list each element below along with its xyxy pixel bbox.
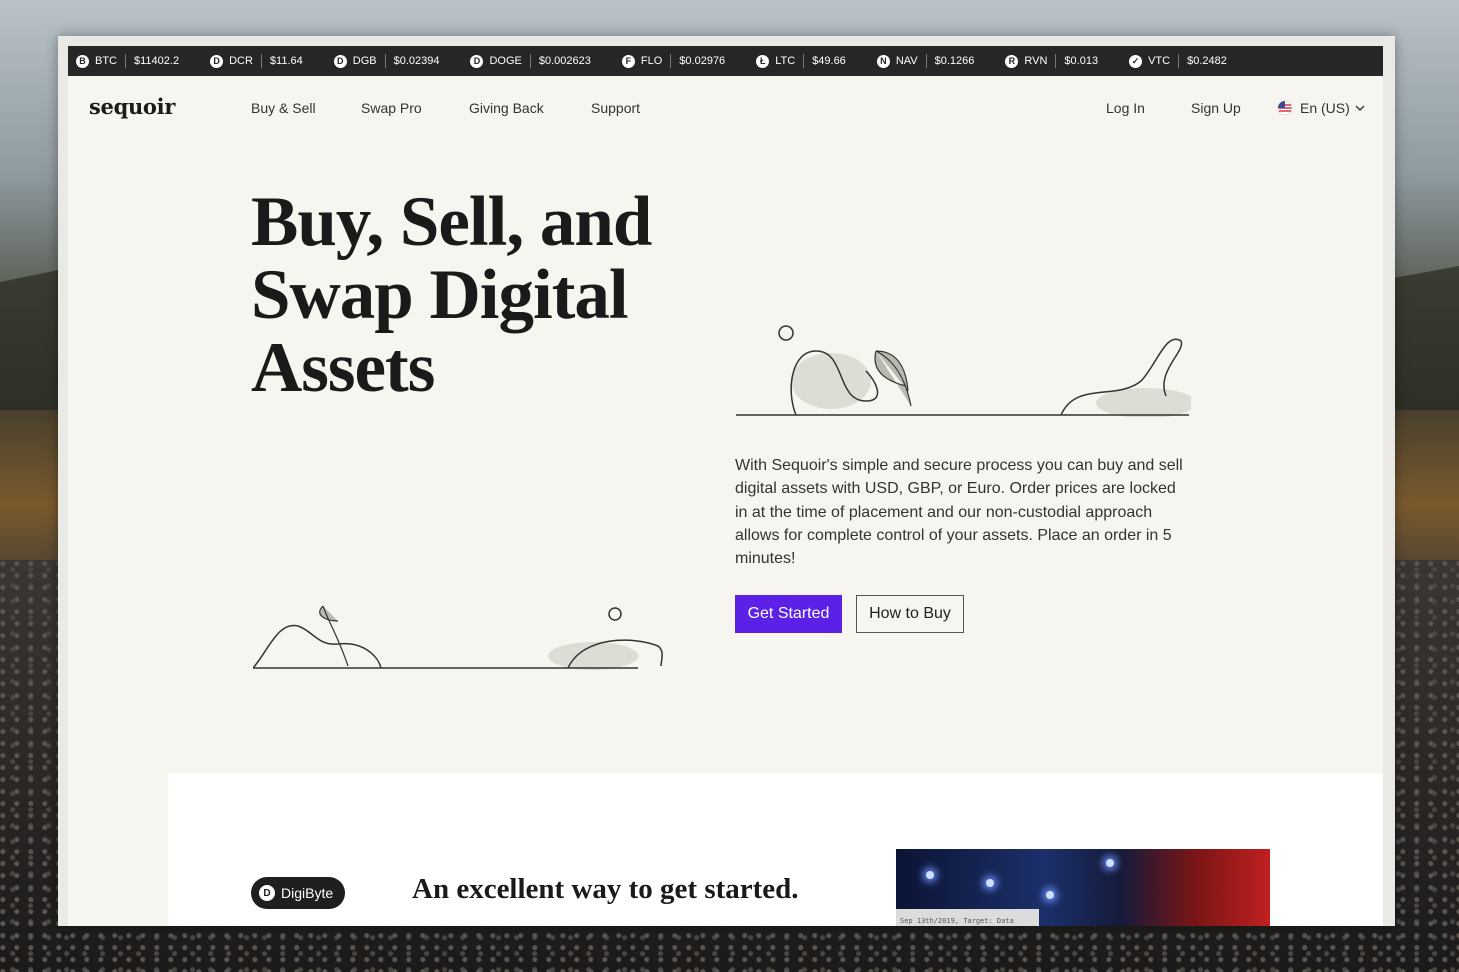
ticker-divider <box>125 54 126 68</box>
dcr-coin-icon: D <box>210 54 224 68</box>
flo-coin-icon: F <box>621 54 635 68</box>
digibyte-badge[interactable]: D DigiByte <box>251 877 346 909</box>
badge-label: DigiByte <box>281 885 334 901</box>
ticker-symbol: BTC <box>95 55 117 67</box>
ticker-symbol: DGB <box>352 55 377 67</box>
nav-coin-icon: N <box>876 54 890 68</box>
ltc-coin-icon: Ł <box>756 54 770 68</box>
section-title: An excellent way to get started. <box>412 873 799 905</box>
ticker-item-dcr[interactable]: D DCR $11.64 <box>210 54 303 68</box>
ticker-price: $0.1266 <box>934 55 975 67</box>
ticker-symbol: NAV <box>895 55 918 67</box>
dgb-coin-icon: D <box>333 54 347 68</box>
ticker-divider <box>925 54 927 68</box>
plants-illustration-left <box>253 605 663 670</box>
ticker-price: $0.02976 <box>679 55 726 67</box>
ticker-divider <box>1178 54 1180 68</box>
digibyte-logo-icon: D <box>259 885 275 901</box>
nav-link-support[interactable]: Support <box>591 100 640 116</box>
stage-light <box>1046 891 1054 899</box>
feature-section: D DigiByte An excellent way to get start… <box>168 773 1383 926</box>
ticker-divider <box>384 54 386 68</box>
ticker-item-ltc[interactable]: Ł LTC $49.66 <box>756 54 846 68</box>
ticker-item-dgb[interactable]: D DGB $0.02394 <box>333 54 440 68</box>
stage-light <box>926 871 934 879</box>
ticker-divider <box>803 54 805 68</box>
ticker-price: $49.66 <box>812 55 846 67</box>
ticker-item-btc[interactable]: B BTC $11402.2 <box>76 54 179 68</box>
ticker-divider <box>670 54 672 68</box>
sequoir-logo[interactable]: sequoir <box>89 94 175 119</box>
btc-coin-icon: B <box>76 54 89 68</box>
web-page: B BTC $11402.2 D DCR $11.64 D DGB $0.023… <box>68 46 1383 926</box>
video-caption: Sep 13th/2019, Target: Data <box>896 909 1039 926</box>
rvn-coin-icon: R <box>1005 54 1019 68</box>
ticker-symbol: LTC <box>775 55 796 67</box>
ticker-item-flo[interactable]: F FLO $0.02976 <box>621 54 726 68</box>
chevron-down-icon <box>1355 105 1365 111</box>
signup-link[interactable]: Sign Up <box>1191 100 1241 116</box>
doge-coin-icon: D <box>470 54 484 68</box>
how-to-buy-button[interactable]: How to Buy <box>856 595 964 633</box>
ticker-price: $0.2482 <box>1187 55 1227 67</box>
us-flag-icon <box>1277 100 1293 116</box>
ticker-price: $0.013 <box>1064 55 1099 67</box>
vtc-coin-icon: ✓ <box>1129 54 1143 68</box>
ticker-price: $11.64 <box>269 55 303 67</box>
nav-link-buy-sell[interactable]: Buy & Sell <box>251 100 316 116</box>
stage-light <box>986 879 994 887</box>
ticker-symbol: DCR <box>229 55 253 67</box>
language-selector[interactable]: En (US) <box>1277 100 1365 116</box>
video-thumbnail[interactable]: Sep 13th/2019, Target: Data <box>896 849 1270 926</box>
ticker-price: $0.02394 <box>393 55 440 67</box>
screenshot-frame: B BTC $11402.2 D DCR $11.64 D DGB $0.023… <box>58 36 1395 926</box>
nav-link-giving-back[interactable]: Giving Back <box>469 100 544 116</box>
ticker-divider <box>260 54 262 68</box>
language-label: En (US) <box>1300 100 1350 116</box>
ticker-item-nav[interactable]: N NAV $0.1266 <box>876 54 975 68</box>
ticker-item-rvn[interactable]: R RVN $0.013 <box>1005 54 1098 68</box>
nav-link-swap-pro[interactable]: Swap Pro <box>361 100 422 116</box>
hero-title: Buy, Sell, and Swap Digital Assets <box>251 183 652 407</box>
ticker-item-doge[interactable]: D DOGE $0.002623 <box>470 54 591 68</box>
hero-description: With Sequoir's simple and secure process… <box>735 457 1183 568</box>
ticker-item-vtc[interactable]: ✓ VTC $0.2482 <box>1129 54 1227 68</box>
ticker-symbol: VTC <box>1148 55 1171 67</box>
ticker-divider <box>1055 54 1057 68</box>
ticker-symbol: RVN <box>1024 55 1048 67</box>
ticker-symbol: DOGE <box>489 55 522 67</box>
price-ticker: B BTC $11402.2 D DCR $11.64 D DGB $0.023… <box>68 46 1383 76</box>
plants-illustration-right <box>736 325 1191 417</box>
stage-light <box>1106 859 1114 867</box>
ticker-price: $11402.2 <box>134 55 180 67</box>
ticker-price: $0.002623 <box>538 55 591 67</box>
ticker-divider <box>529 54 531 68</box>
main-navigation: sequoir Buy & Sell Swap Pro Giving Back … <box>68 76 1383 140</box>
get-started-button[interactable]: Get Started <box>735 595 842 633</box>
ticker-symbol: FLO <box>640 55 663 67</box>
login-link[interactable]: Log In <box>1106 100 1145 116</box>
